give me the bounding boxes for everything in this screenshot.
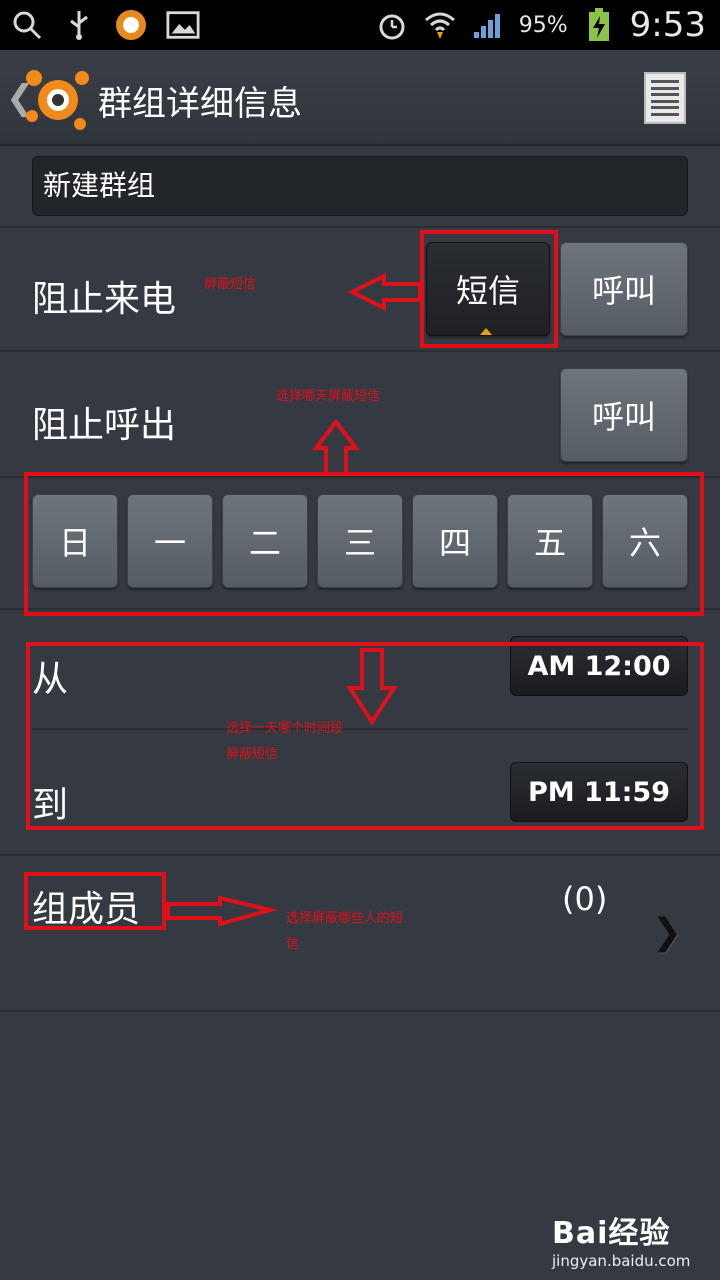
annotation-arrows	[166, 272, 422, 927]
baidu-watermark: Bai经验 jingyan.baidu.com	[552, 1208, 690, 1270]
arrow-left-icon	[347, 272, 422, 312]
arrow-down-icon	[346, 648, 398, 726]
watermark-url: jingyan.baidu.com	[552, 1252, 691, 1270]
arrow-right-icon	[166, 895, 278, 927]
arrow-up-icon	[311, 418, 361, 476]
watermark-brand: Bai经验	[552, 1216, 671, 1251]
